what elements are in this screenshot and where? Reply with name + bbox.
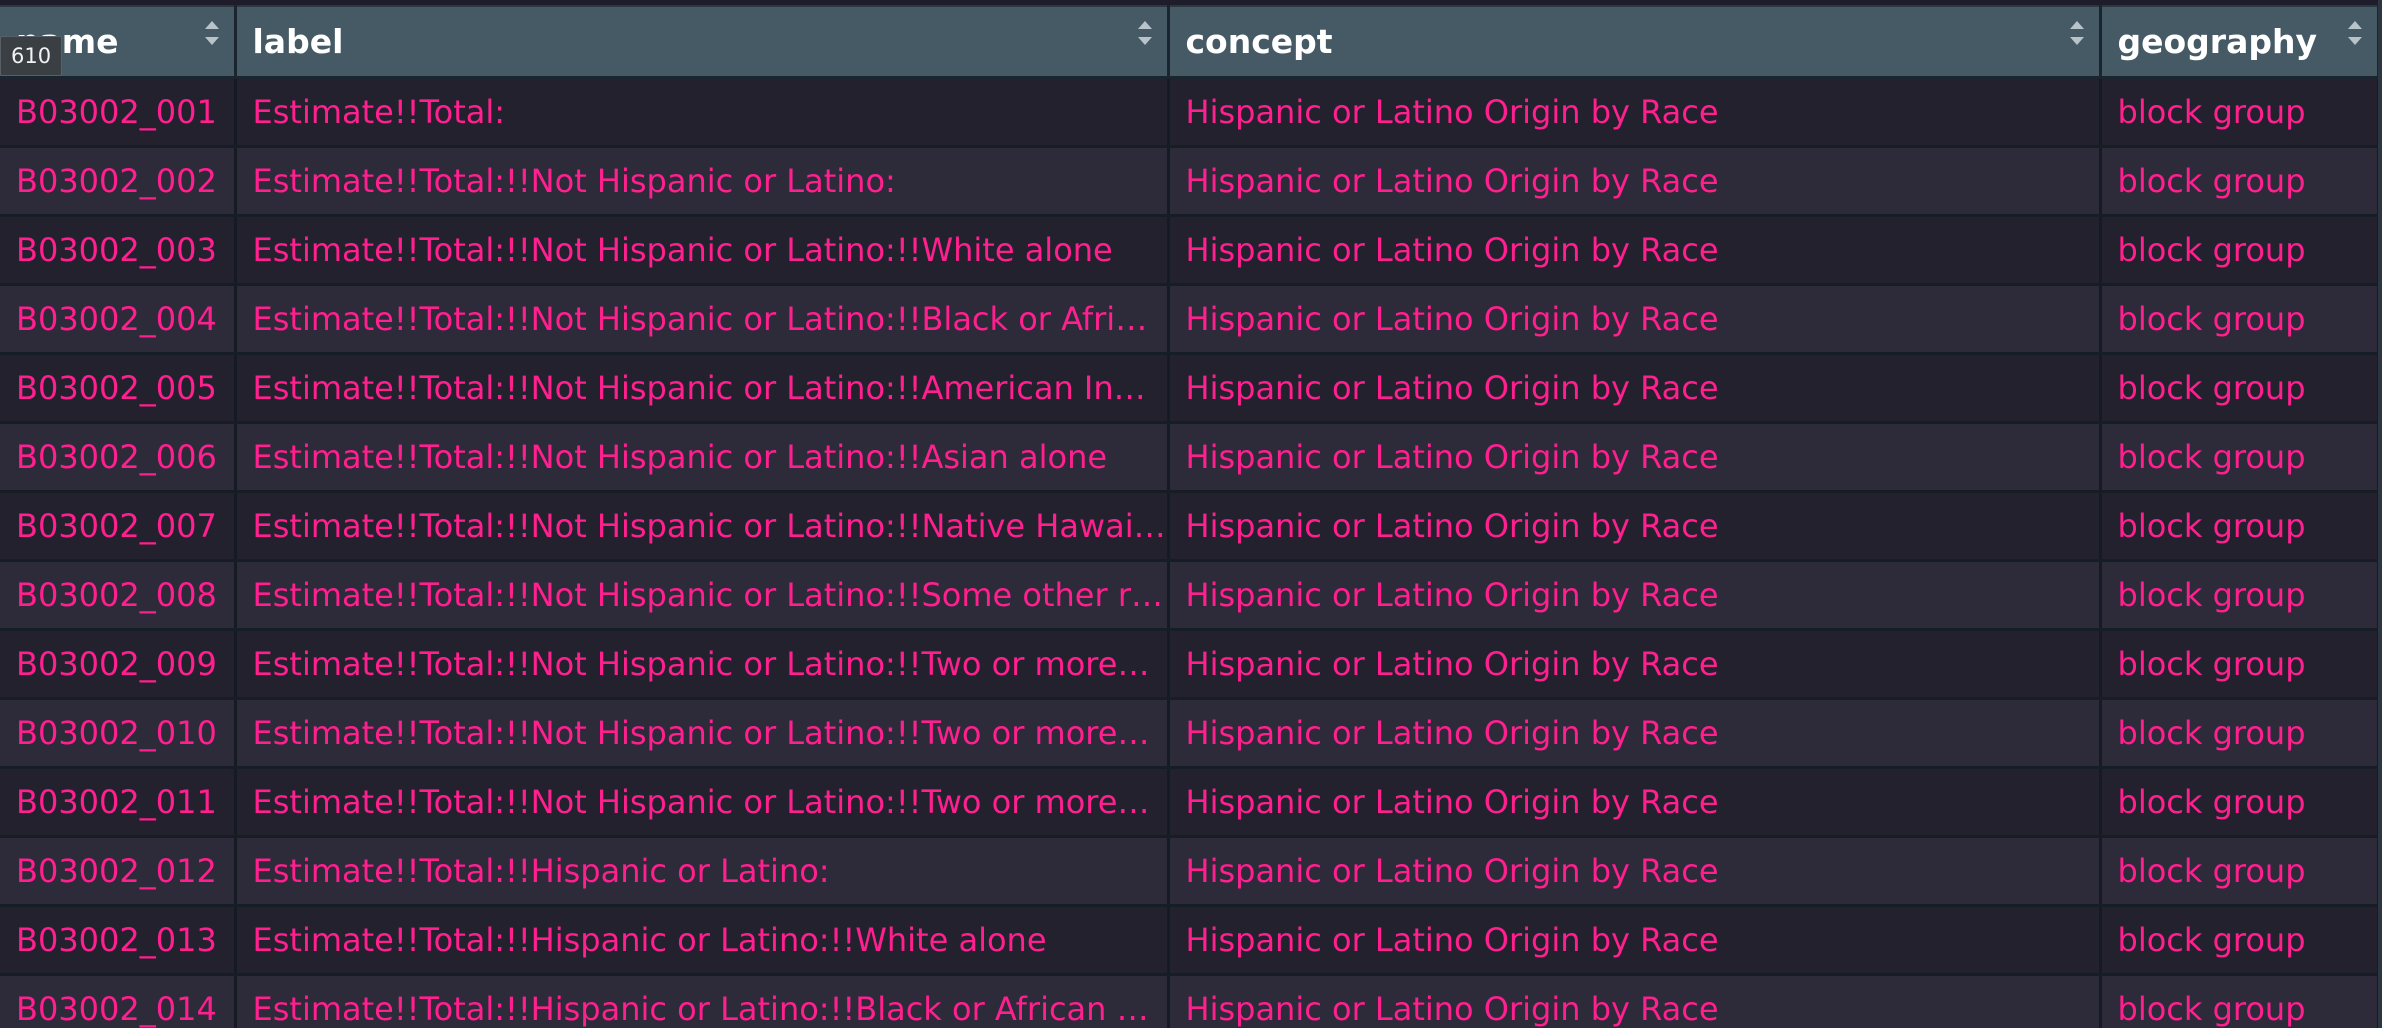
cell-geography[interactable]: block group: [2100, 974, 2380, 1028]
table-body: B03002_001 Estimate!!Total: Hispanic or La…: [0, 77, 2380, 1028]
table-row[interactable]: B03002_010 Estimate!!Total:!!Not Hispanic…: [0, 698, 2380, 769]
cell-label[interactable]: Estimate!!Total:!!Not Hispanic or Latino…: [235, 353, 1170, 424]
cell-name[interactable]: B03002_003: [0, 215, 237, 286]
cell-name[interactable]: B03002_012: [0, 836, 237, 907]
table-row[interactable]: B03002_011 Estimate!!Total:!!Not Hispanic…: [0, 767, 2380, 838]
cell-concept[interactable]: Hispanic or Latino Origin by Race: [1168, 77, 2102, 148]
sort-arrows-icon[interactable]: [2067, 19, 2087, 47]
column-header-concept[interactable]: concept: [1168, 5, 2102, 79]
cell-geography[interactable]: block group: [2100, 422, 2380, 493]
sort-arrows-icon[interactable]: [1135, 19, 1155, 47]
cell-name[interactable]: B03002_008: [0, 560, 237, 631]
cell-concept[interactable]: Hispanic or Latino Origin by Race: [1168, 974, 2102, 1028]
cell-name[interactable]: B03002_001: [0, 77, 237, 148]
cell-name[interactable]: B03002_014: [0, 974, 237, 1028]
sort-arrows-icon[interactable]: [2345, 19, 2365, 47]
cell-concept[interactable]: Hispanic or Latino Origin by Race: [1168, 491, 2102, 562]
table-row[interactable]: B03002_004 Estimate!!Total:!!Not Hispanic…: [0, 284, 2380, 355]
cell-label[interactable]: Estimate!!Total:!!Not Hispanic or Latino…: [235, 422, 1170, 493]
data-table: name label concept geography B03002_001 …: [0, 5, 2380, 1028]
cell-geography[interactable]: block group: [2100, 767, 2380, 838]
cell-concept[interactable]: Hispanic or Latino Origin by Race: [1168, 146, 2102, 217]
cell-name[interactable]: B03002_002: [0, 146, 237, 217]
table-row[interactable]: B03002_003 Estimate!!Total:!!Not Hispanic…: [0, 215, 2380, 286]
cell-label[interactable]: Estimate!!Total:!!Not Hispanic or Latino…: [235, 698, 1170, 769]
cell-name[interactable]: B03002_011: [0, 767, 237, 838]
cell-geography[interactable]: block group: [2100, 905, 2380, 976]
cell-geography[interactable]: block group: [2100, 491, 2380, 562]
cell-geography[interactable]: block group: [2100, 560, 2380, 631]
cell-label[interactable]: Estimate!!Total:!!Not Hispanic or Latino…: [235, 215, 1170, 286]
table-row[interactable]: B03002_006 Estimate!!Total:!!Not Hispanic…: [0, 422, 2380, 493]
right-edge-divider: [2378, 0, 2382, 1028]
cell-name[interactable]: B03002_009: [0, 629, 237, 700]
cell-concept[interactable]: Hispanic or Latino Origin by Race: [1168, 767, 2102, 838]
cell-name[interactable]: B03002_004: [0, 284, 237, 355]
cell-geography[interactable]: block group: [2100, 146, 2380, 217]
cell-name[interactable]: B03002_013: [0, 905, 237, 976]
column-header-label: label: [252, 22, 344, 61]
cell-geography[interactable]: block group: [2100, 836, 2380, 907]
cell-label[interactable]: Estimate!!Total:!!Hispanic or Latino:!!B…: [235, 974, 1170, 1028]
cell-geography[interactable]: block group: [2100, 698, 2380, 769]
cell-concept[interactable]: Hispanic or Latino Origin by Race: [1168, 353, 2102, 424]
table-row[interactable]: B03002_012 Estimate!!Total:!!Hispanic or …: [0, 836, 2380, 907]
table-row[interactable]: B03002_013 Estimate!!Total:!!Hispanic or …: [0, 905, 2380, 976]
cell-label[interactable]: Estimate!!Total:!!Not Hispanic or Latino…: [235, 629, 1170, 700]
cell-concept[interactable]: Hispanic or Latino Origin by Race: [1168, 836, 2102, 907]
column-header-geography[interactable]: geography: [2100, 5, 2380, 79]
cell-concept[interactable]: Hispanic or Latino Origin by Race: [1168, 284, 2102, 355]
cell-label[interactable]: Estimate!!Total:!!Not Hispanic or Latino…: [235, 560, 1170, 631]
data-viewer: name label concept geography B03002_001 …: [0, 0, 2382, 1028]
cell-concept[interactable]: Hispanic or Latino Origin by Race: [1168, 905, 2102, 976]
cell-geography[interactable]: block group: [2100, 284, 2380, 355]
header-row: name label concept geography: [0, 5, 2380, 79]
table-row[interactable]: B03002_005 Estimate!!Total:!!Not Hispanic…: [0, 353, 2380, 424]
cell-concept[interactable]: Hispanic or Latino Origin by Race: [1168, 560, 2102, 631]
row-count-tooltip: 610: [0, 36, 63, 76]
cell-concept[interactable]: Hispanic or Latino Origin by Race: [1168, 215, 2102, 286]
cell-concept[interactable]: Hispanic or Latino Origin by Race: [1168, 698, 2102, 769]
cell-name[interactable]: B03002_005: [0, 353, 237, 424]
column-header-label: concept: [1185, 22, 1333, 61]
cell-concept[interactable]: Hispanic or Latino Origin by Race: [1168, 422, 2102, 493]
cell-geography[interactable]: block group: [2100, 353, 2380, 424]
sort-arrows-icon[interactable]: [202, 19, 222, 47]
table-row[interactable]: B03002_007 Estimate!!Total:!!Not Hispanic…: [0, 491, 2380, 562]
cell-name[interactable]: B03002_007: [0, 491, 237, 562]
cell-label[interactable]: Estimate!!Total:: [235, 77, 1170, 148]
cell-geography[interactable]: block group: [2100, 77, 2380, 148]
cell-geography[interactable]: block group: [2100, 215, 2380, 286]
cell-geography[interactable]: block group: [2100, 629, 2380, 700]
cell-label[interactable]: Estimate!!Total:!!Not Hispanic or Latino…: [235, 491, 1170, 562]
table-row[interactable]: B03002_001 Estimate!!Total: Hispanic or La…: [0, 77, 2380, 148]
cell-concept[interactable]: Hispanic or Latino Origin by Race: [1168, 629, 2102, 700]
table-row[interactable]: B03002_014 Estimate!!Total:!!Hispanic or …: [0, 974, 2380, 1028]
cell-label[interactable]: Estimate!!Total:!!Not Hispanic or Latino…: [235, 284, 1170, 355]
cell-name[interactable]: B03002_006: [0, 422, 237, 493]
cell-label[interactable]: Estimate!!Total:!!Not Hispanic or Latino…: [235, 146, 1170, 217]
cell-label[interactable]: Estimate!!Total:!!Hispanic or Latino:: [235, 836, 1170, 907]
cell-name[interactable]: B03002_010: [0, 698, 237, 769]
table-row[interactable]: B03002_009 Estimate!!Total:!!Not Hispanic…: [0, 629, 2380, 700]
column-header-label-col[interactable]: label: [235, 5, 1170, 79]
table-row[interactable]: B03002_008 Estimate!!Total:!!Not Hispanic…: [0, 560, 2380, 631]
column-header-label: geography: [2117, 22, 2317, 61]
table-row[interactable]: B03002_002 Estimate!!Total:!!Not Hispanic…: [0, 146, 2380, 217]
cell-label[interactable]: Estimate!!Total:!!Not Hispanic or Latino…: [235, 767, 1170, 838]
cell-label[interactable]: Estimate!!Total:!!Hispanic or Latino:!!W…: [235, 905, 1170, 976]
